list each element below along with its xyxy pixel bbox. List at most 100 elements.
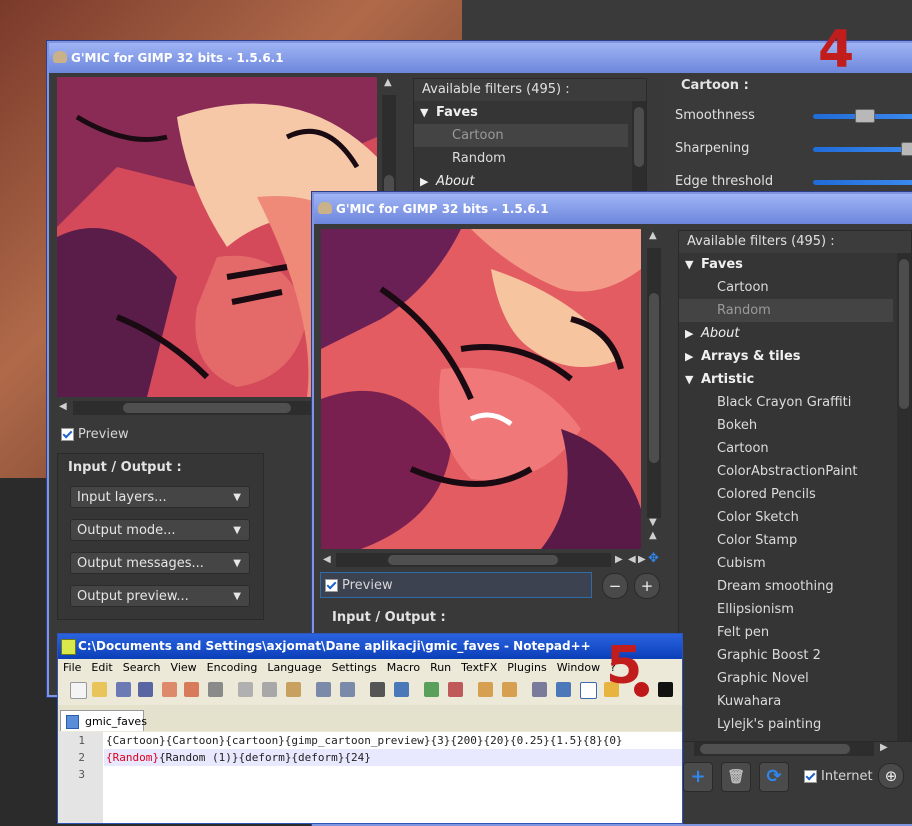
zoom-in-button[interactable]: +: [634, 573, 660, 599]
filter-category-about[interactable]: ▶ About: [414, 170, 634, 193]
filter-item[interactable]: Cartoon: [679, 276, 893, 299]
new-file-icon[interactable]: [70, 682, 87, 699]
preview-scroll-right2-icon[interactable]: ▶: [638, 554, 646, 565]
plus-circle-button[interactable]: ⊕: [878, 763, 904, 789]
preview-checkbox[interactable]: Preview: [61, 427, 129, 442]
filter-item[interactable]: ColorAbstractionPaint: [679, 460, 893, 483]
tab-gmic-faves[interactable]: gmic_faves: [60, 710, 147, 731]
delete-fave-button[interactable]: 🗑: [721, 762, 751, 792]
filter-item[interactable]: Lylejk's painting: [679, 713, 893, 736]
preview-scroll-up2-icon[interactable]: ▲: [649, 530, 657, 541]
add-fave-button[interactable]: +: [683, 762, 713, 792]
window-titlebar[interactable]: G'MIC for GIMP 32 bits - 1.5.6.1: [314, 194, 912, 224]
input-layers-combo[interactable]: Input layers... ▼: [70, 486, 250, 508]
internet-checkbox[interactable]: Internet: [804, 769, 873, 784]
copy-icon[interactable]: [262, 682, 277, 697]
move-cross-icon[interactable]: ✥: [648, 551, 659, 566]
menu-language[interactable]: Language: [262, 659, 326, 677]
preview-scroll-down-icon[interactable]: ▼: [649, 517, 657, 528]
replace-icon[interactable]: [394, 682, 409, 697]
filter-item[interactable]: Colored Pencils: [679, 483, 893, 506]
sharpening-slider-track[interactable]: [813, 147, 912, 152]
cut-icon[interactable]: [238, 682, 253, 697]
filter-category[interactable]: ▶ Arrays & tiles: [679, 345, 893, 368]
filter-item[interactable]: Color Stamp: [679, 529, 893, 552]
show-all-chars-icon[interactable]: [556, 682, 571, 697]
code-line-1[interactable]: {Cartoon}{Cartoon}{cartoon}{gimp_cartoon…: [104, 732, 682, 749]
paste-icon[interactable]: [286, 682, 301, 697]
preview-scroll-left-icon[interactable]: ◀: [323, 554, 331, 565]
filter-item[interactable]: Ellipsionism: [679, 598, 893, 621]
menu-edit[interactable]: Edit: [86, 659, 117, 677]
filter-item[interactable]: Random: [679, 299, 893, 322]
filter-category[interactable]: ▶ About: [679, 322, 893, 345]
menu-plugins[interactable]: Plugins: [502, 659, 551, 677]
save-all-icon[interactable]: [138, 682, 153, 697]
preview-vscrollbar[interactable]: [647, 248, 661, 518]
open-file-icon[interactable]: [92, 682, 107, 697]
menu-window[interactable]: Window: [552, 659, 605, 677]
filters-hscrollbar[interactable]: [694, 742, 874, 756]
filter-item[interactable]: Black Crayon Graffiti: [679, 391, 893, 414]
filter-item[interactable]: Kuwahara: [679, 690, 893, 713]
sync-vertical-icon[interactable]: [478, 682, 493, 697]
menu-view[interactable]: View: [166, 659, 202, 677]
find-icon[interactable]: [370, 682, 385, 697]
word-wrap-icon[interactable]: [532, 682, 547, 697]
filters-list-back[interactable]: Available filters (495) : ▼ Faves Cartoon…: [413, 78, 647, 200]
window-titlebar[interactable]: G'MIC for GIMP 32 bits - 1.5.6.1: [49, 43, 912, 73]
filter-category[interactable]: ▼ Artistic: [679, 368, 893, 391]
output-preview-combo[interactable]: Output preview... ▼: [70, 585, 250, 607]
filter-item[interactable]: Dream smoothing: [679, 575, 893, 598]
filter-item[interactable]: Graphic Boost 2: [679, 644, 893, 667]
preview-scroll-right-icon[interactable]: ▶: [615, 554, 623, 565]
filter-item-random[interactable]: Random: [414, 147, 628, 170]
menu-encoding[interactable]: Encoding: [202, 659, 263, 677]
zoom-out-icon[interactable]: [448, 682, 463, 697]
menu-file[interactable]: File: [58, 659, 86, 677]
menu-textfx[interactable]: TextFX: [456, 659, 502, 677]
close-icon[interactable]: [162, 682, 177, 697]
edge-threshold-slider-track[interactable]: [813, 180, 912, 185]
code-line-3[interactable]: [104, 766, 682, 783]
preview-scroll-left-icon[interactable]: ◀: [59, 401, 67, 412]
code-line-2[interactable]: {Random}{Random (1)}{deform}{deform}{24}: [104, 749, 682, 766]
filters-list-front[interactable]: Available filters (495) : ▼ Faves Cartoon R…: [678, 230, 912, 742]
preview-scroll-up-icon[interactable]: ▲: [649, 230, 657, 241]
sync-horizontal-icon[interactable]: [502, 682, 517, 697]
menu-run[interactable]: Run: [425, 659, 456, 677]
indent-guide-icon[interactable]: [580, 682, 597, 699]
code-lines[interactable]: {Cartoon}{Cartoon}{cartoon}{gimp_cartoon…: [104, 732, 682, 783]
filter-item[interactable]: Felt pen: [679, 621, 893, 644]
print-icon[interactable]: [208, 682, 223, 697]
preview-checkbox[interactable]: Preview: [320, 572, 592, 598]
filter-item[interactable]: Bokeh: [679, 414, 893, 437]
preview-hscrollbar[interactable]: [336, 553, 611, 567]
redo-icon[interactable]: [340, 682, 355, 697]
filter-item-cartoon[interactable]: Cartoon: [414, 124, 628, 147]
zoom-in-icon[interactable]: [424, 682, 439, 697]
sharpening-slider-handle[interactable]: [901, 142, 912, 156]
filter-item[interactable]: Graphic Novel: [679, 667, 893, 690]
close-all-icon[interactable]: [184, 682, 199, 697]
filter-category[interactable]: ▼ Faves: [679, 253, 893, 276]
preview-scroll-left2-icon[interactable]: ◀: [628, 554, 636, 565]
filter-item[interactable]: Cartoon: [679, 437, 893, 460]
filters-scroll-right-icon[interactable]: ▶: [880, 742, 888, 753]
filter-item[interactable]: Color Sketch: [679, 506, 893, 529]
menu-settings[interactable]: Settings: [327, 659, 382, 677]
filter-category-faves[interactable]: ▼ Faves: [414, 101, 634, 124]
output-messages-combo[interactable]: Output messages... ▼: [70, 552, 250, 574]
stop-macro-icon[interactable]: [658, 682, 673, 697]
zoom-out-button[interactable]: −: [602, 573, 628, 599]
menu-macro[interactable]: Macro: [382, 659, 425, 677]
save-icon[interactable]: [116, 682, 131, 697]
notepad-editor[interactable]: 1 2 3 {Cartoon}{Cartoon}{cartoon}{gimp_c…: [58, 732, 682, 823]
filters-vscrollbar[interactable]: [632, 101, 646, 199]
refresh-filters-button[interactable]: ⟳: [759, 762, 789, 792]
preview-scroll-up-icon[interactable]: ▲: [384, 77, 392, 88]
filter-item[interactable]: Cubism: [679, 552, 893, 575]
notepad-titlebar[interactable]: C:\Documents and Settings\axjomat\Dane a…: [58, 634, 682, 659]
filters-vscrollbar[interactable]: [897, 253, 911, 741]
smoothness-slider-handle[interactable]: [855, 109, 875, 123]
